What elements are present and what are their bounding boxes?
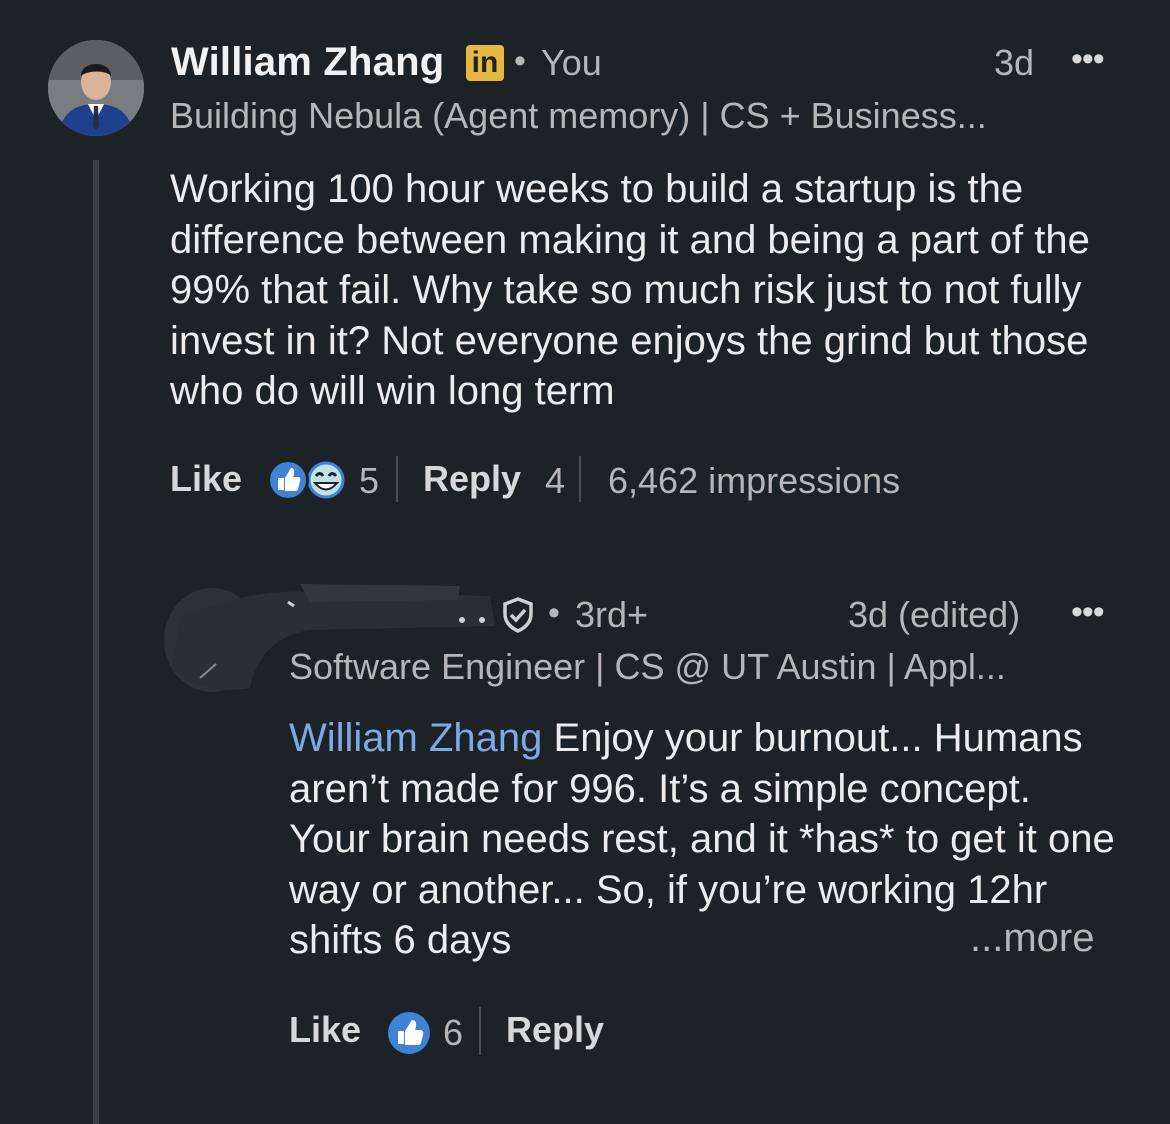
laughing-face-icon [307, 461, 345, 499]
reply-count[interactable]: 4 [545, 460, 565, 502]
author-headline: Building Nebula (Agent memory) | CS + Bu… [170, 95, 987, 136]
thread-line [93, 160, 99, 1124]
post-body: Working 100 hour weeks to build a startu… [170, 167, 1090, 413]
like-button[interactable]: Like [289, 1009, 361, 1051]
reaction-count[interactable]: 6 [443, 1012, 463, 1054]
reply-button[interactable]: Reply [423, 458, 521, 500]
post-time: 3d [994, 42, 1035, 83]
connection-degree: 3rd+ [575, 594, 649, 635]
thumbs-up-icon[interactable] [386, 1010, 432, 1061]
author-avatar[interactable] [48, 40, 144, 136]
reactions-summary[interactable] [264, 456, 350, 509]
reply-author-headline: Software Engineer | CS @ UT Austin | App… [289, 646, 1006, 687]
impressions-count[interactable]: 6,462 impressions [608, 460, 900, 502]
mention-link[interactable]: William Zhang [289, 716, 542, 760]
reaction-count[interactable]: 5 [359, 460, 379, 502]
reply-button[interactable]: Reply [506, 1009, 604, 1051]
more-options-icon[interactable]: ••• [1071, 40, 1105, 79]
action-divider [579, 456, 581, 502]
action-divider [396, 456, 398, 502]
author-name[interactable]: William Zhang [171, 40, 444, 85]
action-divider [479, 1007, 481, 1055]
reply-time: 3d (edited) [848, 594, 1021, 635]
relation-label: You [541, 42, 602, 83]
linkedin-badge-icon: in [466, 45, 504, 81]
separator-dot: • [514, 42, 526, 80]
more-options-icon[interactable]: ••• [1071, 593, 1105, 632]
like-button[interactable]: Like [170, 458, 242, 500]
separator-dot: • [548, 594, 560, 632]
shield-check-icon [500, 596, 536, 639]
see-more-link[interactable]: ...more [970, 916, 1094, 961]
